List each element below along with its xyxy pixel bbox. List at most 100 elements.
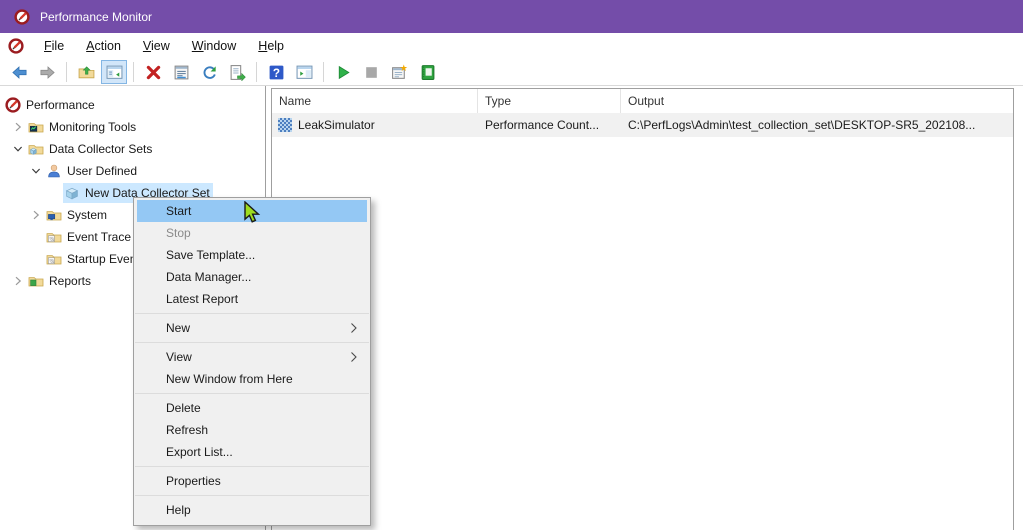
folder-cube-icon bbox=[28, 141, 45, 157]
arrow-left-icon bbox=[11, 64, 28, 81]
chevron-down-icon[interactable] bbox=[26, 163, 45, 179]
stop-button[interactable] bbox=[358, 60, 384, 84]
tree-item-content: User Defined bbox=[45, 161, 140, 181]
menu-bar-items: FileActionViewWindowHelp bbox=[33, 36, 295, 56]
context-menu-item-properties[interactable]: Properties bbox=[137, 470, 367, 492]
folder-log-icon: 01 bbox=[46, 251, 63, 267]
menu-bar: FileActionViewWindowHelp bbox=[0, 33, 1023, 59]
context-menu-item-stop: Stop bbox=[137, 222, 367, 244]
context-menu-item-export-list[interactable]: Export List... bbox=[137, 441, 367, 463]
delete-x-icon bbox=[145, 64, 162, 81]
context-menu-item-label: Data Manager... bbox=[166, 270, 251, 284]
context-menu-item-help[interactable]: Help bbox=[137, 499, 367, 521]
column-header-type[interactable]: Type bbox=[478, 89, 621, 113]
tree-item-content: Monitoring Tools bbox=[27, 117, 139, 137]
menu-action[interactable]: Action bbox=[75, 36, 132, 56]
tree-item-content: Performance bbox=[4, 95, 98, 115]
context-menu-separator bbox=[135, 342, 369, 343]
perfmon-app-icon bbox=[14, 9, 30, 25]
show-hide-console-tree-button[interactable] bbox=[101, 60, 127, 84]
chevron-spacer bbox=[44, 185, 63, 201]
context-menu-separator bbox=[135, 466, 369, 467]
context-menu-item-label: Save Template... bbox=[166, 248, 255, 262]
stop-icon bbox=[363, 64, 380, 81]
folder-up-icon bbox=[78, 64, 95, 81]
context-menu: Start Stop Save Template... Data Manager...… bbox=[133, 197, 371, 526]
tree-item-user-defined[interactable]: User Defined bbox=[0, 160, 265, 182]
tree-item-content: Data Collector Sets bbox=[27, 139, 155, 159]
context-menu-item-view[interactable]: View bbox=[137, 346, 367, 368]
context-menu-item-label: New Window from Here bbox=[166, 372, 293, 386]
chevron-spacer bbox=[26, 229, 45, 245]
start-button[interactable] bbox=[330, 60, 356, 84]
context-menu-item-save-template[interactable]: Save Template... bbox=[137, 244, 367, 266]
view-latest-report-button[interactable] bbox=[414, 60, 440, 84]
chevron-right-icon[interactable] bbox=[8, 119, 27, 135]
svg-text:01: 01 bbox=[51, 260, 55, 264]
data-collector-set-icon bbox=[278, 118, 292, 132]
context-menu-item-data-manager[interactable]: Data Manager... bbox=[137, 266, 367, 288]
toolbar: ?★ bbox=[0, 59, 1023, 86]
back-button[interactable] bbox=[6, 60, 32, 84]
results-list-pane: NameTypeOutput LeakSimulator Performance … bbox=[271, 88, 1014, 530]
menu-help[interactable]: Help bbox=[247, 36, 295, 56]
context-menu-item-refresh[interactable]: Refresh bbox=[137, 419, 367, 441]
list-rows: LeakSimulatorPerformance Count...C:\Perf… bbox=[272, 113, 1013, 137]
menu-view[interactable]: View bbox=[132, 36, 181, 56]
folder-system-icon bbox=[46, 207, 63, 223]
toolbar-separator bbox=[66, 62, 67, 82]
context-menu-separator bbox=[135, 495, 369, 496]
context-menu-item-delete[interactable]: Delete bbox=[137, 397, 367, 419]
column-header-output[interactable]: Output bbox=[621, 89, 1013, 113]
help-button[interactable]: ? bbox=[263, 60, 289, 84]
toolbar-separator bbox=[133, 62, 134, 82]
menu-window[interactable]: Window bbox=[181, 36, 247, 56]
context-menu-item-label: Export List... bbox=[166, 445, 233, 459]
new-data-collector-set-button[interactable]: ★ bbox=[386, 60, 412, 84]
context-menu-item-label: Stop bbox=[166, 226, 191, 240]
tree-item-data-collector-sets[interactable]: Data Collector Sets bbox=[0, 138, 265, 160]
new-set-icon: ★ bbox=[391, 64, 408, 81]
column-header-name[interactable]: Name bbox=[272, 89, 478, 113]
up-one-level-button[interactable] bbox=[73, 60, 99, 84]
delete-button[interactable] bbox=[140, 60, 166, 84]
context-menu-item-label: Latest Report bbox=[166, 292, 238, 306]
title-bar: Performance Monitor bbox=[0, 0, 1023, 33]
show-hide-action-pane-button[interactable] bbox=[291, 60, 317, 84]
list-row-leaksimulator[interactable]: LeakSimulatorPerformance Count...C:\Perf… bbox=[272, 113, 1013, 137]
help-icon: ? bbox=[268, 64, 285, 81]
cell-name: LeakSimulator bbox=[272, 118, 478, 132]
context-menu-item-label: Start bbox=[166, 204, 191, 218]
context-menu-item-new-window-from-here[interactable]: New Window from Here bbox=[137, 368, 367, 390]
tree-item-label: User Defined bbox=[67, 164, 137, 178]
chevron-right-icon[interactable] bbox=[26, 207, 45, 223]
report-book-icon bbox=[419, 64, 436, 81]
tree-item-label: Data Collector Sets bbox=[49, 142, 152, 156]
submenu-arrow-icon bbox=[350, 322, 358, 334]
context-menu-item-new[interactable]: New bbox=[137, 317, 367, 339]
submenu-arrow-icon bbox=[350, 351, 358, 363]
mouse-cursor-icon bbox=[243, 201, 264, 224]
tree-item-monitoring-tools[interactable]: Monitoring Tools bbox=[0, 116, 265, 138]
menu-file[interactable]: File bbox=[33, 36, 75, 56]
forward-button[interactable] bbox=[34, 60, 60, 84]
context-menu-item-label: New bbox=[166, 321, 190, 335]
chevron-right-icon[interactable] bbox=[8, 273, 27, 289]
performance-monitor-window: Performance Monitor FileActionViewWindow… bbox=[0, 0, 1023, 530]
folder-monitor-icon bbox=[28, 119, 45, 135]
context-menu-item-latest-report[interactable]: Latest Report bbox=[137, 288, 367, 310]
tree-item-performance[interactable]: Performance bbox=[0, 94, 265, 116]
tree-item-label: System bbox=[67, 208, 107, 222]
properties-button[interactable] bbox=[168, 60, 194, 84]
refresh-button[interactable] bbox=[196, 60, 222, 84]
row-name-label: LeakSimulator bbox=[298, 118, 375, 132]
export-icon bbox=[229, 64, 246, 81]
svg-text:?: ? bbox=[272, 66, 279, 79]
svg-text:★: ★ bbox=[399, 64, 407, 73]
chevron-down-icon[interactable] bbox=[8, 141, 27, 157]
user-icon bbox=[46, 163, 63, 179]
cell-type: Performance Count... bbox=[478, 118, 621, 132]
context-menu-item-label: Properties bbox=[166, 474, 221, 488]
action-pane-icon bbox=[296, 64, 313, 81]
export-list-button[interactable] bbox=[224, 60, 250, 84]
